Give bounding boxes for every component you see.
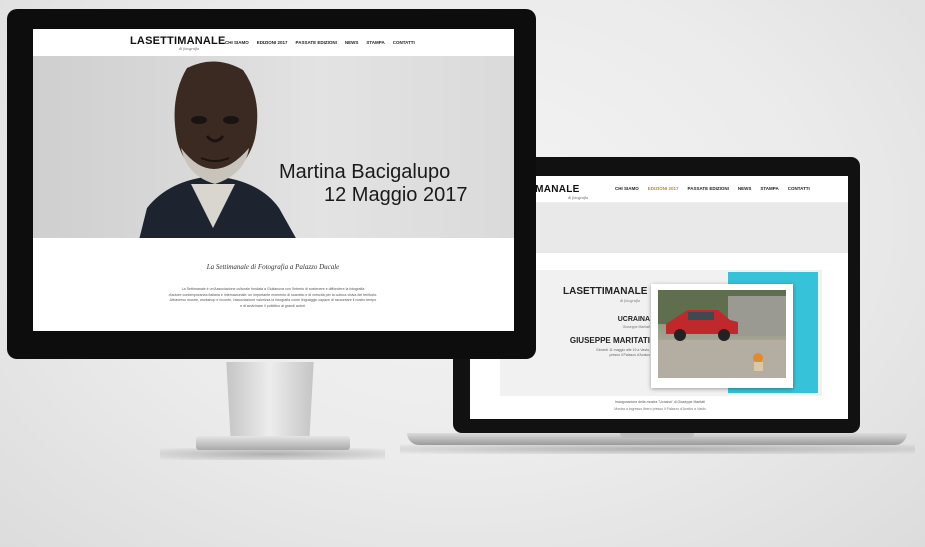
intro-tagline: La Settimanale di Fotografia a Palazzo D… xyxy=(206,263,340,271)
imac-nav-contatti[interactable]: CONTATTI xyxy=(393,40,415,45)
intro-line: Attraverso mostre, workshop e incontri, … xyxy=(169,298,377,302)
imac-logo[interactable]: LASETTIMANALE xyxy=(130,35,225,47)
event-footer-line: Mostra a ingresso libero presso il Palaz… xyxy=(614,407,706,411)
laptop-logo-subtitle: di fotografia xyxy=(568,195,589,200)
exhibition-subtitle: Giuseppe Maritati xyxy=(622,325,650,329)
event-footer-line: Inaugurazione della mostra "Ucraina" di … xyxy=(615,400,705,404)
author-details-line: presso il Palazzo d'Avalos xyxy=(609,353,651,357)
author-details: Giovedì 11 maggio alle 19 a Vasto, press… xyxy=(555,348,650,358)
imac-foot xyxy=(196,436,350,450)
imac-stand xyxy=(226,362,314,437)
imac-nav-news[interactable]: NEWS xyxy=(345,40,359,45)
red-car-photo-icon xyxy=(658,290,786,378)
laptop-nav-stampa[interactable]: STAMPA xyxy=(760,186,778,191)
laptop-nav-passate-edizioni[interactable]: PASSATE EDIZIONI xyxy=(688,186,729,191)
laptop-nav-chi-siamo[interactable]: CHI SIAMO xyxy=(615,186,639,191)
imac-nav-edizioni-2017[interactable]: EDIZIONI 2017 xyxy=(257,40,288,45)
event-photo[interactable] xyxy=(658,290,786,378)
laptop-nav-menu: CHI SIAMO EDIZIONI 2017 PASSATE EDIZIONI… xyxy=(615,186,810,191)
exhibition-title: UCRAINA xyxy=(617,316,650,323)
hero-slider[interactable] xyxy=(33,56,514,238)
imac-nav-passate-edizioni[interactable]: PASSATE EDIZIONI xyxy=(296,40,337,45)
laptop-nav-edizioni-2017[interactable]: EDIZIONI 2017 xyxy=(648,186,679,191)
hero-date: 12 Maggio 2017 xyxy=(324,184,468,206)
laptop-nav-contatti[interactable]: CONTATTI xyxy=(788,186,810,191)
laptop-shadow xyxy=(400,444,915,454)
event-card-logo: LASETTIMANALE xyxy=(563,286,648,297)
imac-nav-stampa[interactable]: STAMPA xyxy=(366,40,384,45)
intro-body: La Settimanale è un'Associazione cultura… xyxy=(143,287,403,309)
intro-line: La Settimanale è un'Associazione cultura… xyxy=(181,287,365,291)
event-card-logo-subtitle: di fotografia xyxy=(620,298,641,303)
intro-line: e di avvicinare il pubblico ai grandi au… xyxy=(240,303,306,308)
laptop-logo[interactable]: IMANALE xyxy=(532,184,580,195)
imac-nav-chi-siamo[interactable]: CHI SIAMO xyxy=(225,40,249,45)
hero-title: Martina Bacigalupo xyxy=(279,161,451,183)
imac-screen: LASETTIMANALE di fotografia CHI SIAMO ED… xyxy=(33,29,514,331)
portrait-photo-icon xyxy=(139,61,296,238)
imac-logo-subtitle: di fotografia xyxy=(179,46,200,51)
author-name: GIUSEPPE MARITATI xyxy=(569,336,650,345)
laptop-notch xyxy=(620,433,694,439)
imac-nav-menu: CHI SIAMO EDIZIONI 2017 PASSATE EDIZIONI… xyxy=(225,40,415,45)
laptop-nav-news[interactable]: NEWS xyxy=(738,186,752,191)
